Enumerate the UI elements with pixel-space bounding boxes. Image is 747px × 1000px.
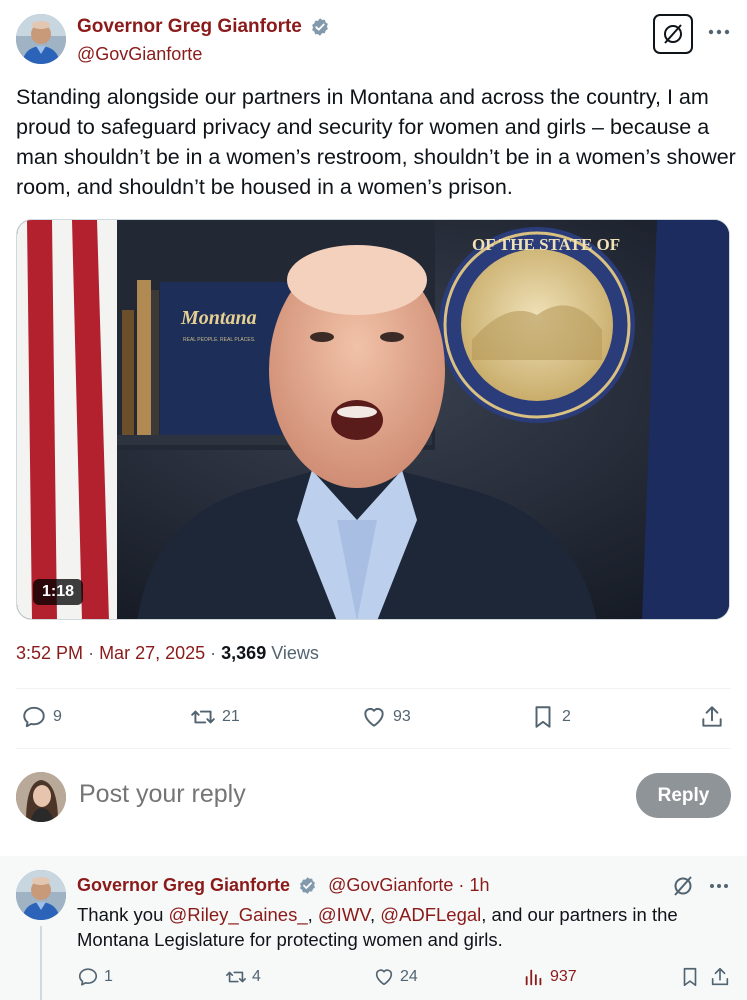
thread-views-action[interactable]: 937 (523, 966, 577, 988)
analytics-icon (525, 969, 542, 986)
reply-icon (23, 706, 45, 728)
divider (16, 748, 731, 749)
thread-views-count: 937 (550, 968, 577, 985)
thread-like-count: 24 (400, 968, 418, 985)
verified-badge-icon (312, 18, 329, 36)
book-sub-text: REAL PEOPLE. REAL PLACES. (183, 337, 255, 343)
meta-separator: · (88, 643, 100, 663)
bookmark-action[interactable]: 2 (530, 704, 571, 730)
repost-icon (226, 971, 246, 983)
meta-separator: · (210, 643, 222, 663)
author-handle[interactable]: @GovGianforte (77, 44, 330, 65)
post-text: Standing alongside our partners in Monta… (16, 85, 736, 199)
author-block: Governor Greg Gianforte @GovGianforte (77, 16, 330, 65)
like-count: 93 (393, 708, 411, 725)
more-options-icon[interactable] (709, 874, 729, 894)
book-title-text: Montana (180, 307, 257, 329)
divider (16, 688, 731, 689)
bookmark-count: 2 (562, 708, 571, 725)
thread-share-action[interactable] (709, 966, 731, 988)
thread-reply-action[interactable]: 1 (77, 966, 113, 988)
reply-button[interactable]: Reply (636, 773, 731, 818)
thread-bookmark-action[interactable] (679, 966, 701, 988)
thread-text-separator: , (369, 904, 381, 925)
user-avatar[interactable] (16, 772, 66, 822)
like-action[interactable]: 93 (361, 704, 411, 730)
video-duration-badge: 1:18 (33, 579, 84, 605)
seal-text: OF THE STATE OF (472, 235, 620, 254)
thread-connector (40, 926, 42, 1000)
reply-count: 9 (53, 708, 62, 725)
thread-reply-count: 1 (104, 968, 113, 985)
author-avatar[interactable] (16, 14, 66, 64)
thread-like-action[interactable]: 24 (373, 966, 418, 988)
reply-composer: Reply (16, 770, 731, 826)
repost-action[interactable]: 21 (190, 704, 240, 730)
mention-link[interactable]: @Riley_Gaines_ (169, 904, 308, 925)
video-frame: Montana REAL PEOPLE. REAL PLACES. OF THE… (17, 220, 729, 619)
thread-repost-action[interactable]: 4 (225, 966, 261, 988)
thread-author-handle[interactable]: @GovGianforte (328, 875, 453, 895)
action-bar: 9 21 93 2 (16, 704, 731, 734)
mention-link[interactable]: @ADFLegal (380, 904, 481, 925)
thread-author-avatar[interactable] (16, 870, 66, 920)
thread-text-prefix: Thank you (77, 904, 169, 925)
reply-icon (78, 968, 98, 986)
reply-action[interactable]: 9 (21, 704, 62, 730)
more-options-icon[interactable] (707, 20, 731, 44)
views-count: 3,369 (221, 643, 267, 663)
mention-link[interactable]: @IWV (318, 904, 370, 925)
verified-badge-icon (300, 876, 316, 894)
bookmark-icon (535, 706, 551, 728)
video-player[interactable]: Montana REAL PEOPLE. REAL PLACES. OF THE… (16, 219, 730, 620)
thread-separator: · (458, 874, 465, 895)
thread-reply-header: Governor Greg Gianforte @GovGianforte · … (77, 874, 489, 896)
post-meta: 3:52 PM · Mar 27, 2025 · 3,369 Views (16, 643, 319, 664)
thread-reply-text: Thank you @Riley_Gaines_, @IWV, @ADFLega… (77, 902, 717, 952)
grok-icon[interactable] (671, 874, 695, 898)
heart-icon (364, 707, 384, 727)
author-name[interactable]: Governor Greg Gianforte (77, 16, 302, 38)
heart-icon (375, 969, 393, 986)
grok-icon[interactable] (653, 14, 693, 54)
share-icon (711, 967, 729, 986)
repost-count: 21 (222, 708, 240, 725)
thread-repost-count: 4 (252, 968, 261, 985)
reply-input[interactable] (79, 780, 479, 809)
thread-time[interactable]: 1h (469, 875, 489, 895)
post-header: Governor Greg Gianforte @GovGianforte (16, 14, 731, 66)
post-time[interactable]: 3:52 PM (16, 643, 83, 663)
share-action[interactable] (699, 704, 725, 730)
repost-icon (191, 710, 215, 724)
views-label: Views (271, 643, 319, 663)
post-date[interactable]: Mar 27, 2025 (99, 643, 205, 663)
thread-author-name[interactable]: Governor Greg Gianforte (77, 875, 290, 895)
thread-text-separator: , (307, 904, 318, 925)
thread-action-bar: 1 4 24 937 (77, 966, 731, 992)
share-icon (702, 706, 722, 727)
bookmark-icon (683, 967, 697, 987)
